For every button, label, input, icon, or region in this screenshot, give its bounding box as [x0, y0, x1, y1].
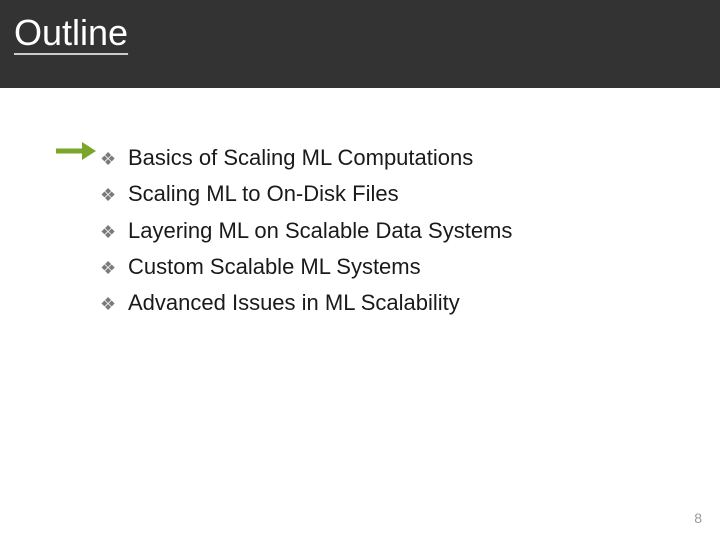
list-item: ❖ Basics of Scaling ML Computations	[100, 140, 720, 176]
list-item-label: Custom Scalable ML Systems	[128, 249, 421, 285]
list-item: ❖ Advanced Issues in ML Scalability	[100, 285, 720, 321]
diamond-bullet-icon: ❖	[100, 218, 118, 248]
list-item: ❖ Custom Scalable ML Systems	[100, 249, 720, 285]
list-item-label: Layering ML on Scalable Data Systems	[128, 213, 512, 249]
content-area: ❖ Basics of Scaling ML Computations ❖ Sc…	[0, 88, 720, 321]
list-item: ❖ Layering ML on Scalable Data Systems	[100, 213, 720, 249]
current-item-arrow-icon	[54, 140, 96, 162]
list-item-label: Basics of Scaling ML Computations	[128, 140, 473, 176]
list-item: ❖ Scaling ML to On-Disk Files	[100, 176, 720, 212]
diamond-bullet-icon: ❖	[100, 181, 118, 211]
diamond-bullet-icon: ❖	[100, 145, 118, 175]
list-item-label: Advanced Issues in ML Scalability	[128, 285, 460, 321]
list-item-label: Scaling ML to On-Disk Files	[128, 176, 399, 212]
page-title: Outline	[14, 12, 720, 54]
diamond-bullet-icon: ❖	[100, 290, 118, 320]
page-number: 8	[694, 510, 702, 526]
outline-list: ❖ Basics of Scaling ML Computations ❖ Sc…	[100, 140, 720, 321]
diamond-bullet-icon: ❖	[100, 254, 118, 284]
header-bar: Outline	[0, 0, 720, 88]
